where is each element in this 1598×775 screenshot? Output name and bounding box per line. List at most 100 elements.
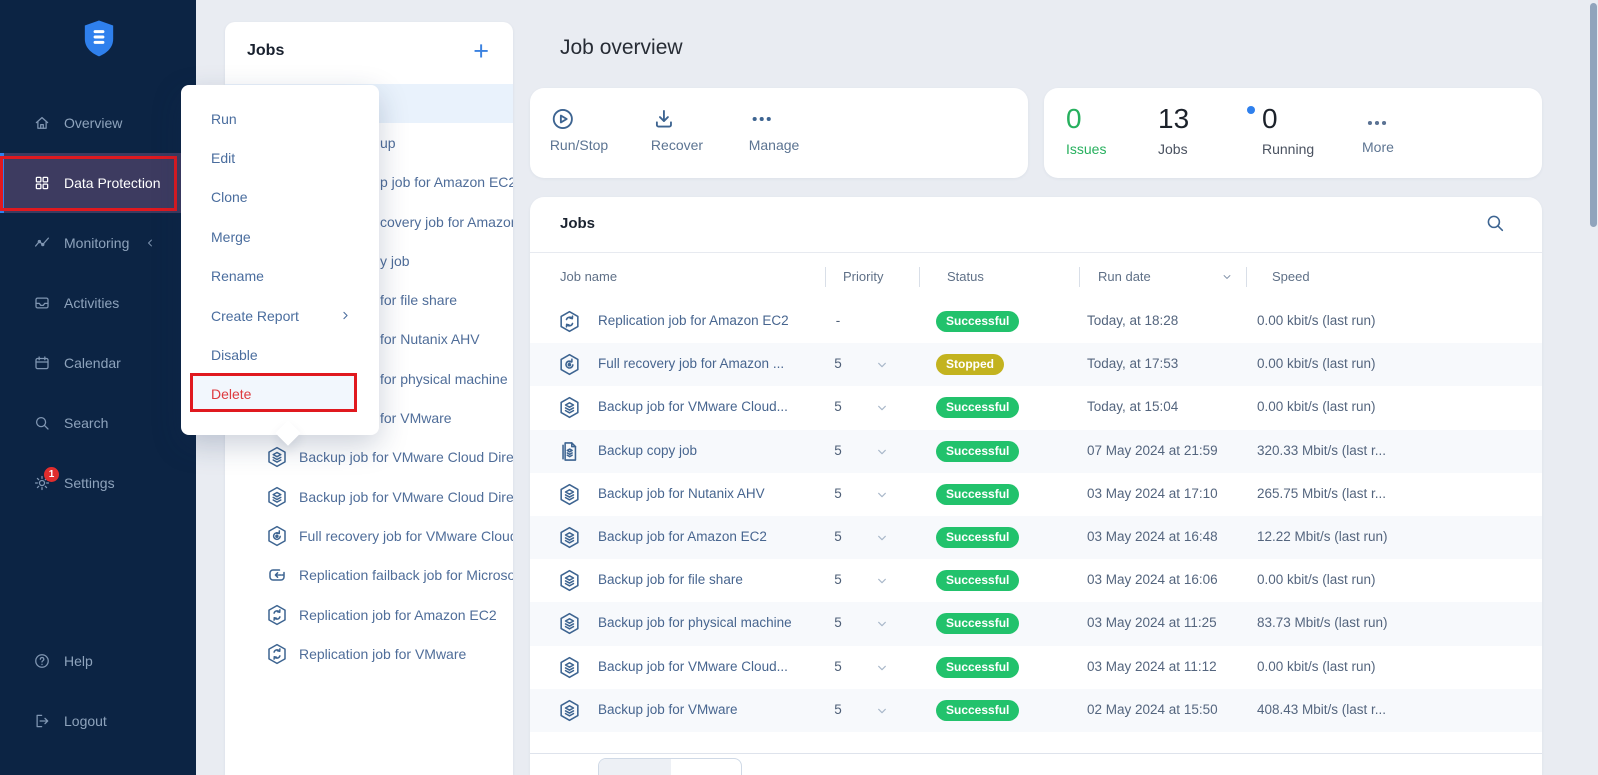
table-row[interactable]: Backup job for physical machine 5 Succes… — [530, 602, 1542, 645]
search-icon[interactable] — [1484, 212, 1506, 234]
context-menu-item[interactable]: Delete — [181, 375, 379, 414]
context-menu-item[interactable]: Clone — [181, 178, 379, 217]
table-row[interactable]: Backup job for file share 5 Successful 0… — [530, 559, 1542, 602]
context-menu: Run Edit Clone Merge Rename — [181, 85, 379, 435]
sidebar-item-label: Activities — [64, 295, 119, 311]
sidebar-item[interactable]: Search — [0, 393, 196, 453]
sort-chevron-down-icon[interactable] — [1220, 270, 1234, 284]
priority-chevron-down-icon[interactable] — [874, 573, 890, 589]
context-menu-item-label: Delete — [211, 386, 251, 402]
status-badge: Successful — [936, 570, 1019, 591]
speed-value: 408.43 Mbit/s (last r... — [1257, 702, 1386, 717]
table-row[interactable]: Full recovery job for Amazon ... 5 Stopp… — [530, 343, 1542, 386]
priority-chevron-down-icon[interactable] — [874, 444, 890, 460]
stat-jobs[interactable]: 13 Jobs — [1158, 104, 1189, 157]
inbox-icon — [33, 294, 51, 312]
run-date: 03 May 2024 at 16:48 — [1087, 529, 1218, 544]
jobs-panel-title: Jobs — [247, 42, 284, 60]
job-list-item-label: p job for Amazon EC2 — [380, 174, 513, 190]
context-menu-item[interactable]: Run — [181, 99, 379, 138]
priority-chevron-down-icon[interactable] — [874, 530, 890, 546]
run-stop-button[interactable]: Run/Stop — [550, 106, 608, 153]
table-row[interactable]: Replication job for Amazon EC2 - Success… — [530, 300, 1542, 343]
context-menu-item[interactable]: Edit — [181, 138, 379, 177]
status-badge: Successful — [936, 527, 1019, 548]
col-job-name[interactable]: Job name — [560, 269, 617, 284]
priority-chevron-down-icon[interactable] — [874, 357, 890, 373]
jobs-table-header: Jobs — [530, 197, 1542, 252]
job-list-item[interactable]: Replication job for Amazon EC2 — [225, 595, 513, 634]
table-row[interactable]: Backup job for VMware 5 Successful 02 Ma… — [530, 689, 1542, 732]
job-list-item[interactable]: Replication failback job for Microsof — [225, 556, 513, 595]
job-list-item[interactable]: Backup job for VMware Cloud Direc — [225, 477, 513, 516]
sidebar-item[interactable]: Activities — [0, 273, 196, 333]
job-name: Backup job for file share — [598, 572, 743, 587]
recover-button[interactable]: Recover — [651, 106, 703, 153]
jobs-table-body: Replication job for Amazon EC2 - Success… — [530, 300, 1542, 732]
add-job-button[interactable]: + — [473, 38, 489, 65]
play-circle-icon — [550, 106, 608, 132]
backup-icon — [265, 445, 289, 469]
home-icon — [33, 114, 51, 132]
run-date: 02 May 2024 at 15:50 — [1087, 702, 1218, 717]
table-row[interactable]: Backup job for VMware Cloud... 5 Success… — [530, 646, 1542, 689]
context-menu-item[interactable]: Merge — [181, 217, 379, 256]
table-row[interactable]: Backup job for Nutanix AHV 5 Successful … — [530, 473, 1542, 516]
priority-chevron-down-icon[interactable] — [874, 616, 890, 632]
sidebar-item-label: Data Protection — [64, 175, 161, 191]
vertical-scrollbar[interactable] — [1590, 3, 1597, 227]
sidebar-item[interactable]: Monitoring — [0, 213, 196, 273]
job-name: Backup job for VMware — [598, 702, 738, 717]
context-menu-item[interactable]: Create Report — [181, 296, 379, 335]
priority-value: 5 — [826, 572, 850, 587]
manage-button[interactable]: Manage — [749, 106, 800, 153]
job-list-item-label: Replication job for VMware — [299, 646, 466, 662]
context-menu-item[interactable]: Disable — [181, 335, 379, 374]
recovery-icon — [557, 352, 582, 377]
sidebar-item-label: Help — [64, 653, 93, 669]
stat-more[interactable]: More — [1362, 104, 1394, 155]
backup-icon — [557, 655, 582, 680]
col-run-date[interactable]: Run date — [1098, 269, 1151, 284]
pagination-control[interactable] — [598, 758, 742, 775]
job-list-item[interactable]: Full recovery job for VMware Cloud — [225, 516, 513, 555]
priority-chevron-down-icon[interactable] — [874, 703, 890, 719]
job-list-item-label: Replication job for Amazon EC2 — [299, 607, 497, 623]
sidebar-item[interactable]: 1 Settings — [0, 453, 196, 513]
sidebar-item[interactable]: Calendar — [0, 333, 196, 393]
speed-value: 0.00 kbit/s (last run) — [1257, 356, 1376, 371]
col-status[interactable]: Status — [947, 269, 984, 284]
help-icon — [33, 652, 51, 670]
job-list-item-label: up — [380, 135, 396, 151]
priority-value: 5 — [826, 615, 850, 630]
sidebar-item[interactable]: Overview — [0, 93, 196, 153]
sidebar-item-label: Overview — [64, 115, 122, 131]
sidebar-item-label: Logout — [64, 713, 107, 729]
table-row[interactable]: Backup job for VMware Cloud... 5 Success… — [530, 386, 1542, 429]
table-row[interactable]: Backup job for Amazon EC2 5 Successful 0… — [530, 516, 1542, 559]
job-list-item[interactable]: Backup job for VMware Cloud Direc — [225, 438, 513, 477]
sidebar-item[interactable]: Help — [0, 631, 196, 691]
gear-icon: 1 — [33, 474, 51, 492]
sidebar-item-label: Settings — [64, 475, 115, 491]
issues-count: 0 — [1066, 104, 1106, 135]
sidebar: Overview Data Protection Monitoring — [0, 0, 196, 775]
job-list-item[interactable]: Replication job for VMware — [225, 634, 513, 673]
run-date: 03 May 2024 at 17:10 — [1087, 486, 1218, 501]
context-menu-item[interactable]: Rename — [181, 257, 379, 296]
sidebar-item[interactable]: Data Protection — [0, 153, 196, 213]
stat-issues[interactable]: 0 Issues — [1066, 104, 1106, 157]
table-row[interactable]: Backup copy job 5 Successful 07 May 2024… — [530, 430, 1542, 473]
col-priority[interactable]: Priority — [843, 269, 883, 284]
col-speed[interactable]: Speed — [1272, 269, 1310, 284]
sidebar-item[interactable]: Logout — [0, 691, 196, 751]
priority-chevron-down-icon[interactable] — [874, 400, 890, 416]
speed-value: 12.22 Mbit/s (last run) — [1257, 529, 1388, 544]
priority-chevron-down-icon[interactable] — [874, 660, 890, 676]
priority-chevron-down-icon[interactable] — [874, 487, 890, 503]
stat-running[interactable]: 0 Running — [1247, 104, 1314, 157]
run-date: Today, at 15:04 — [1087, 399, 1178, 414]
backup-icon — [557, 611, 582, 636]
priority-value: 5 — [826, 659, 850, 674]
ellipsis-icon — [749, 106, 800, 132]
